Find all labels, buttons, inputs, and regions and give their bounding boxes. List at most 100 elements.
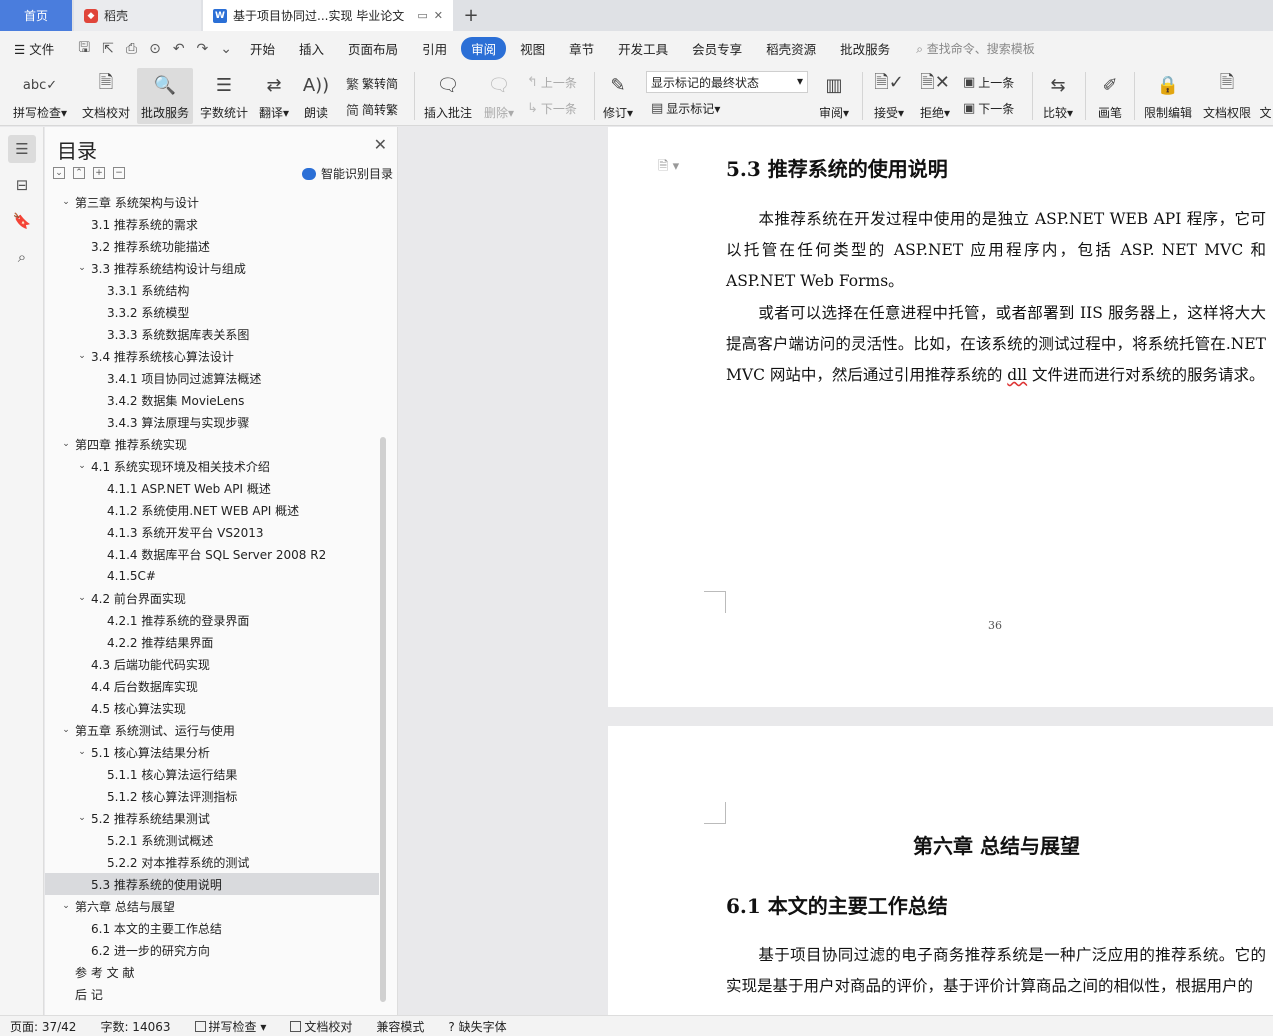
toc-panel-icon[interactable]: ☰ — [8, 135, 36, 163]
bookmark-icon[interactable]: 🔖 — [8, 207, 36, 235]
toc-item[interactable]: 4.1.4 数据库平台 SQL Server 2008 R2 — [45, 543, 379, 565]
file-menu[interactable]: ☰ 文件 — [14, 39, 54, 58]
menu-layout[interactable]: 页面布局 — [348, 39, 398, 58]
track-changes-button[interactable]: ✎ 修订▾ — [599, 68, 637, 124]
doc-rights-button[interactable]: 🗎 文档权限 — [1199, 68, 1255, 124]
toc-item[interactable]: 4.2.2 推荐结果界面 — [45, 631, 379, 653]
compare-button[interactable]: ⇆ 比较▾ — [1038, 68, 1078, 124]
chevron-down-icon[interactable]: ⌄ — [59, 439, 73, 449]
prev-change-button[interactable]: ▣ 上一条 — [963, 74, 1014, 91]
spell-check-button[interactable]: abc✓ 拼写检查▾ — [8, 68, 72, 124]
next-change-button[interactable]: ▣ 下一条 — [963, 100, 1014, 117]
review-service-button[interactable]: 🔍 批改服务 — [137, 68, 193, 124]
close-tab-icon[interactable]: ✕ — [434, 9, 443, 22]
page-indicator[interactable]: 页面: 37/42 — [10, 1018, 76, 1035]
chevron-down-icon[interactable]: ⌄ — [75, 461, 89, 471]
toc-item[interactable]: 5.1.2 核心算法评测指标 — [45, 785, 379, 807]
toc-item[interactable]: ⌄ 第五章 系统测试、运行与使用 — [45, 719, 379, 741]
close-icon[interactable]: ✕ — [374, 135, 387, 154]
toc-item[interactable]: 4.2.1 推荐系统的登录界面 — [45, 609, 379, 631]
pen-button[interactable]: ✐ 画笔 — [1092, 68, 1128, 124]
toc-item[interactable]: 3.4.1 项目协同过滤算法概述 — [45, 367, 379, 389]
toc-item[interactable]: 5.3 推荐系统的使用说明 — [45, 873, 379, 895]
toc-item[interactable]: 5.2.1 系统测试概述 — [45, 829, 379, 851]
more-chevron-icon[interactable]: ⌄ — [220, 41, 232, 57]
simp-to-trad-button[interactable]: 简简转繁 — [346, 100, 398, 119]
chevron-down-icon[interactable]: ⌄ — [75, 813, 89, 823]
collapse-icon[interactable]: ⌄ — [53, 167, 65, 179]
export-icon[interactable]: ⇱ — [102, 41, 114, 57]
tab-home[interactable]: 首页 — [0, 0, 72, 31]
menu-daoke-resources[interactable]: 稻壳资源 — [766, 39, 816, 58]
toc-item[interactable]: 3.3.3 系统数据库表关系图 — [45, 323, 379, 345]
toc-item[interactable]: 3.4.3 算法原理与实现步骤 — [45, 411, 379, 433]
toc-item[interactable]: 4.1.2 系统使用.NET WEB API 概述 — [45, 499, 379, 521]
read-aloud-button[interactable]: A)) 朗读 — [298, 68, 334, 124]
toc-item[interactable]: 3.2 推荐系统功能描述 — [45, 235, 379, 257]
print-icon[interactable]: ⎙ — [126, 41, 137, 57]
toc-item[interactable]: ⌄ 5.1 核心算法结果分析 — [45, 741, 379, 763]
toc-item[interactable]: ⌄ 第四章 推荐系统实现 — [45, 433, 379, 455]
toc-item[interactable]: ⌄ 第三章 系统架构与设计 — [45, 191, 379, 213]
toc-item[interactable]: ⌄ 第六章 总结与展望 — [45, 895, 379, 917]
translate-button[interactable]: ⇄ 翻译▾ — [255, 68, 293, 124]
toc-item[interactable]: 5.1.1 核心算法运行结果 — [45, 763, 379, 785]
toc-item[interactable]: 参 考 文 献 — [45, 961, 379, 983]
toc-item[interactable]: 3.3.1 系统结构 — [45, 279, 379, 301]
word-count-indicator[interactable]: 字数: 14063 — [100, 1018, 170, 1035]
doc-check-button[interactable]: 🗎 文档校对 — [78, 68, 134, 124]
status-spell-check[interactable]: 拼写检查 ▾ — [194, 1018, 266, 1035]
more-ribbon-button[interactable]: 文 — [1258, 68, 1273, 124]
chevron-down-icon[interactable]: ⌄ — [59, 725, 73, 735]
toc-item[interactable]: 4.1.5C# — [45, 565, 379, 587]
tab-document[interactable]: W 基于项目协同过...实现 毕业论文 ▭ ✕ — [203, 0, 453, 31]
menu-chapter[interactable]: 章节 — [569, 39, 594, 58]
restrict-edit-button[interactable]: 🔒 限制编辑 — [1140, 68, 1196, 124]
word-count-button[interactable]: ☰ 字数统计 — [196, 68, 252, 124]
menu-insert[interactable]: 插入 — [299, 39, 324, 58]
toc-item[interactable]: 4.5 核心算法实现 — [45, 697, 379, 719]
toc-item[interactable]: 3.1 推荐系统的需求 — [45, 213, 379, 235]
chevron-down-icon[interactable]: ⌄ — [59, 197, 73, 207]
menu-devtools[interactable]: 开发工具 — [618, 39, 668, 58]
menu-review[interactable]: 审阅 — [461, 37, 507, 60]
chevron-down-icon[interactable]: ⌄ — [75, 351, 89, 361]
toc-item[interactable]: 4.1.3 系统开发平台 VS2013 — [45, 521, 379, 543]
redo-icon[interactable]: ↷ — [197, 41, 209, 57]
toc-item[interactable]: 3.4.2 数据集 MovieLens — [45, 389, 379, 411]
toc-item[interactable]: ⌄ 4.1 系统实现环境及相关技术介绍 — [45, 455, 379, 477]
search-icon[interactable]: ⌕ — [8, 243, 36, 271]
expand-icon[interactable]: ⌃ — [73, 167, 85, 179]
new-tab-button[interactable]: + — [456, 0, 486, 31]
page-menu-icon[interactable]: 🗎 ▾ — [658, 157, 679, 179]
review-pane-button[interactable]: ▥ 审阅▾ — [815, 68, 853, 124]
undo-icon[interactable]: ↶ — [173, 41, 185, 57]
menu-start[interactable]: 开始 — [250, 39, 275, 58]
menu-review-service[interactable]: 批改服务 — [840, 39, 890, 58]
window-icon[interactable]: ▭ — [417, 9, 427, 22]
toc-item[interactable]: 6.1 本文的主要工作总结 — [45, 917, 379, 939]
status-doc-check[interactable]: 文档校对 — [290, 1018, 352, 1035]
chapter-nav-icon[interactable]: ⊟ — [8, 171, 36, 199]
menu-member[interactable]: 会员专享 — [692, 39, 742, 58]
toc-item[interactable]: 4.3 后端功能代码实现 — [45, 653, 379, 675]
tab-daoke[interactable]: ◆ 稻壳 — [74, 0, 201, 31]
chevron-down-icon[interactable]: ⌄ — [75, 263, 89, 273]
toc-item[interactable]: ⌄ 4.2 前台界面实现 — [45, 587, 379, 609]
toc-item[interactable]: ⌄ 3.4 推荐系统核心算法设计 — [45, 345, 379, 367]
show-markup-button[interactable]: ▤ 显示标记 ▾ — [651, 100, 720, 117]
chevron-down-icon[interactable]: ⌄ — [75, 747, 89, 757]
chevron-down-icon[interactable]: ⌄ — [75, 593, 89, 603]
spelling-flagged-word[interactable]: dll — [1007, 366, 1027, 384]
toc-item[interactable]: 5.2.2 对本推荐系统的测试 — [45, 851, 379, 873]
toc-item[interactable]: 4.4 后台数据库实现 — [45, 675, 379, 697]
toc-item[interactable]: ⌄ 5.2 推荐系统结果测试 — [45, 807, 379, 829]
toc-item[interactable]: 后 记 — [45, 983, 379, 1005]
smart-toc-button[interactable]: 智能识别目录 — [301, 165, 393, 182]
command-search[interactable]: ⌕ 查找命令、搜索模板 — [916, 40, 1035, 57]
toc-scrollbar[interactable] — [380, 437, 386, 1002]
insert-comment-button[interactable]: 🗨 插入批注 — [420, 68, 476, 124]
delete-comment-button[interactable]: 🗨 删除▾ — [480, 68, 518, 124]
markup-state-select[interactable]: 显示标记的最终状态 ▾ — [646, 71, 808, 93]
next-comment-button[interactable]: ↳ 下一条 — [527, 100, 577, 117]
